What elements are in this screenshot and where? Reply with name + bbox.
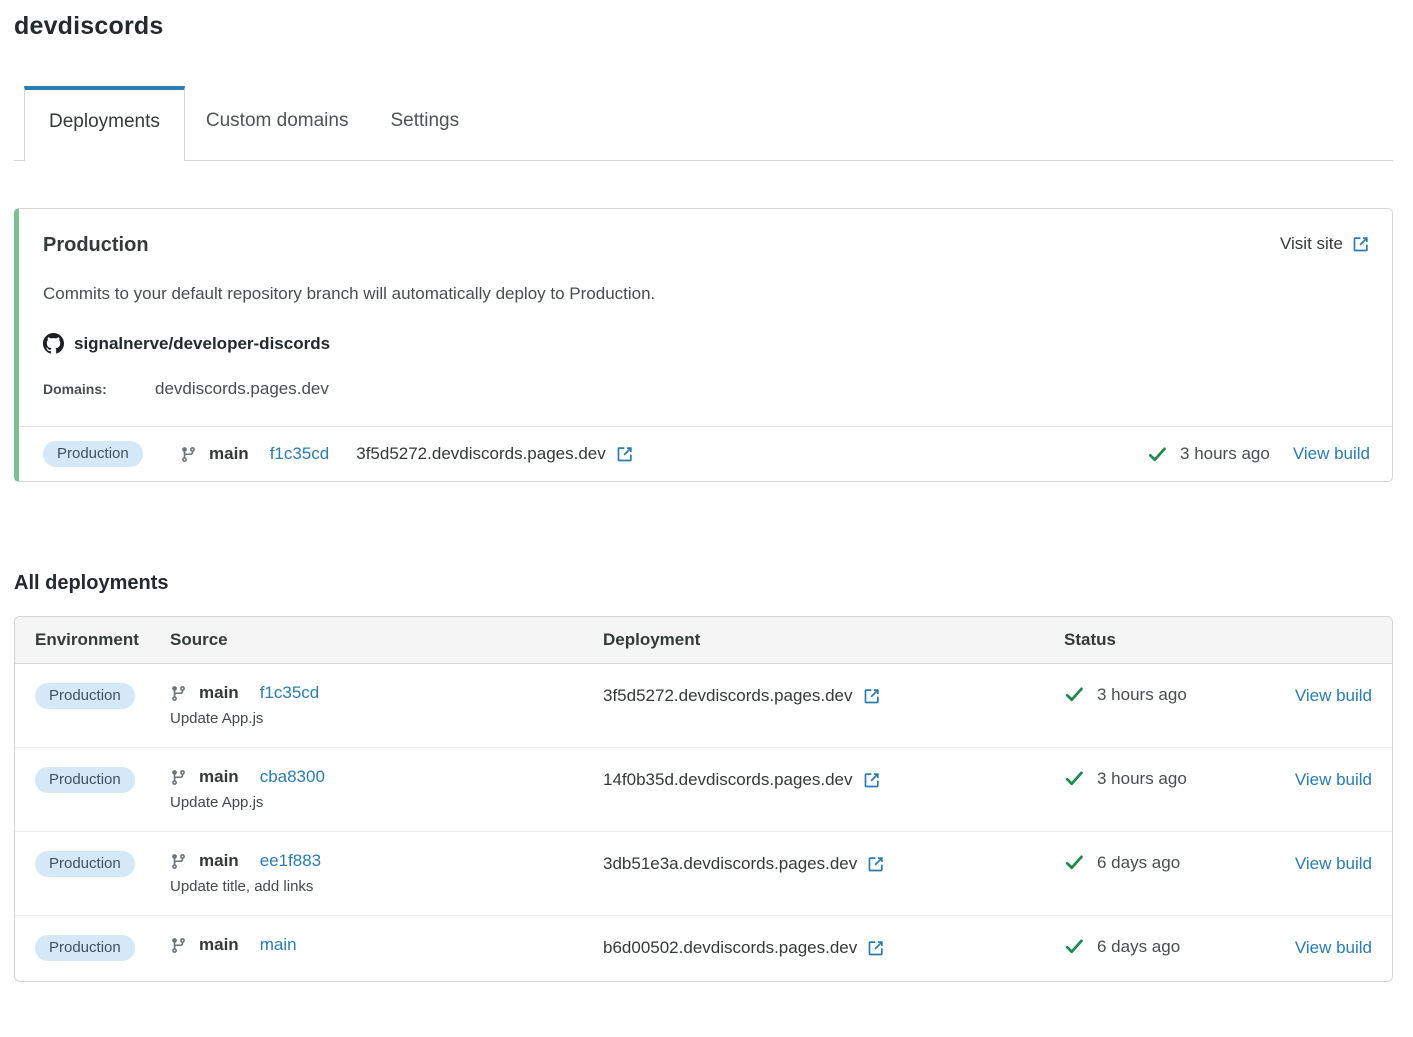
external-link-icon[interactable] <box>616 445 634 463</box>
table-row: Production main cba8300 Update App.js 14… <box>15 748 1392 832</box>
tab-deployments[interactable]: Deployments <box>24 86 185 161</box>
view-build-link[interactable]: View build <box>1295 854 1372 873</box>
view-build-link[interactable]: View build <box>1295 938 1372 957</box>
deploy-time: 3 hours ago <box>1180 444 1270 464</box>
commit-message: Update App.js <box>170 710 603 727</box>
branch-name: main <box>199 683 239 703</box>
deployment-url: 14f0b35d.devdiscords.pages.dev <box>603 770 853 790</box>
git-branch-icon <box>170 685 187 702</box>
branch-name: main <box>209 444 249 464</box>
view-build-link[interactable]: View build <box>1293 444 1370 464</box>
production-description: Commits to your default repository branc… <box>43 284 1370 304</box>
production-deployment-row: Production main f1c35cd 3f5d5272.devdisc… <box>19 426 1392 481</box>
commit-link[interactable]: ee1f883 <box>260 851 321 871</box>
success-check-icon <box>1064 684 1085 705</box>
environment-badge: Production <box>35 683 135 709</box>
all-deployments-title: All deployments <box>14 572 1393 595</box>
success-check-icon <box>1064 768 1085 789</box>
external-link-icon[interactable] <box>867 939 885 957</box>
domains-label: Domains: <box>43 381 133 397</box>
table-row: Production main ee1f883 Update title, ad… <box>15 832 1392 916</box>
git-branch-icon <box>170 769 187 786</box>
branch-name: main <box>199 935 239 955</box>
pages-project-page: devdiscords Deployments Custom domains S… <box>0 0 1413 1002</box>
commit-link[interactable]: f1c35cd <box>260 683 320 703</box>
deployment-url: b6d00502.devdiscords.pages.dev <box>603 938 857 958</box>
production-card-title: Production <box>43 234 149 257</box>
view-build-link[interactable]: View build <box>1295 770 1372 789</box>
table-body: Production main f1c35cd Update App.js 3f… <box>15 664 1392 981</box>
deploy-time: 6 days ago <box>1097 937 1180 957</box>
table-header: Environment Source Deployment Status <box>15 617 1392 664</box>
deploy-time: 6 days ago <box>1097 853 1180 873</box>
tab-custom-domains[interactable]: Custom domains <box>185 86 370 160</box>
environment-badge: Production <box>43 441 143 467</box>
tab-bar: Deployments Custom domains Settings <box>14 86 1393 161</box>
production-card: Production Visit site Commits to your de… <box>14 208 1393 482</box>
external-link-icon <box>1352 235 1370 253</box>
git-branch-icon <box>170 937 187 954</box>
table-row: Production main main b6d00502.devdiscord… <box>15 916 1392 981</box>
view-build-link[interactable]: View build <box>1295 686 1372 705</box>
branch-name: main <box>199 767 239 787</box>
repository-name: signalnerve/developer-discords <box>74 334 330 354</box>
commit-link[interactable]: main <box>260 935 297 955</box>
branch-name: main <box>199 851 239 871</box>
column-environment: Environment <box>35 630 170 650</box>
success-check-icon <box>1147 444 1168 465</box>
deployment-url: 3db51e3a.devdiscords.pages.dev <box>603 854 857 874</box>
commit-message: Update App.js <box>170 794 603 811</box>
github-icon <box>43 333 64 354</box>
environment-badge: Production <box>35 851 135 877</box>
commit-link[interactable]: cba8300 <box>260 767 325 787</box>
column-status: Status <box>1064 630 1283 650</box>
column-source: Source <box>170 630 603 650</box>
table-row: Production main f1c35cd Update App.js 3f… <box>15 664 1392 748</box>
deployment-url: 3f5d5272.devdiscords.pages.dev <box>356 444 606 464</box>
visit-site-link[interactable]: Visit site <box>1280 234 1370 254</box>
commit-message: Update title, add links <box>170 878 603 895</box>
external-link-icon[interactable] <box>867 855 885 873</box>
git-branch-icon <box>170 853 187 870</box>
deployment-url: 3f5d5272.devdiscords.pages.dev <box>603 686 853 706</box>
commit-link[interactable]: f1c35cd <box>270 444 330 464</box>
environment-badge: Production <box>35 935 135 961</box>
git-branch-icon <box>180 446 197 463</box>
deploy-time: 3 hours ago <box>1097 685 1187 705</box>
column-deployment: Deployment <box>603 630 1064 650</box>
deploy-time: 3 hours ago <box>1097 769 1187 789</box>
domains-value: devdiscords.pages.dev <box>155 379 329 399</box>
success-check-icon <box>1064 852 1085 873</box>
visit-site-label: Visit site <box>1280 234 1343 254</box>
success-check-icon <box>1064 936 1085 957</box>
page-title: devdiscords <box>14 12 1393 41</box>
external-link-icon[interactable] <box>863 687 881 705</box>
external-link-icon[interactable] <box>863 771 881 789</box>
deployments-table: Environment Source Deployment Status Pro… <box>14 616 1393 982</box>
tab-settings[interactable]: Settings <box>369 86 480 160</box>
environment-badge: Production <box>35 767 135 793</box>
